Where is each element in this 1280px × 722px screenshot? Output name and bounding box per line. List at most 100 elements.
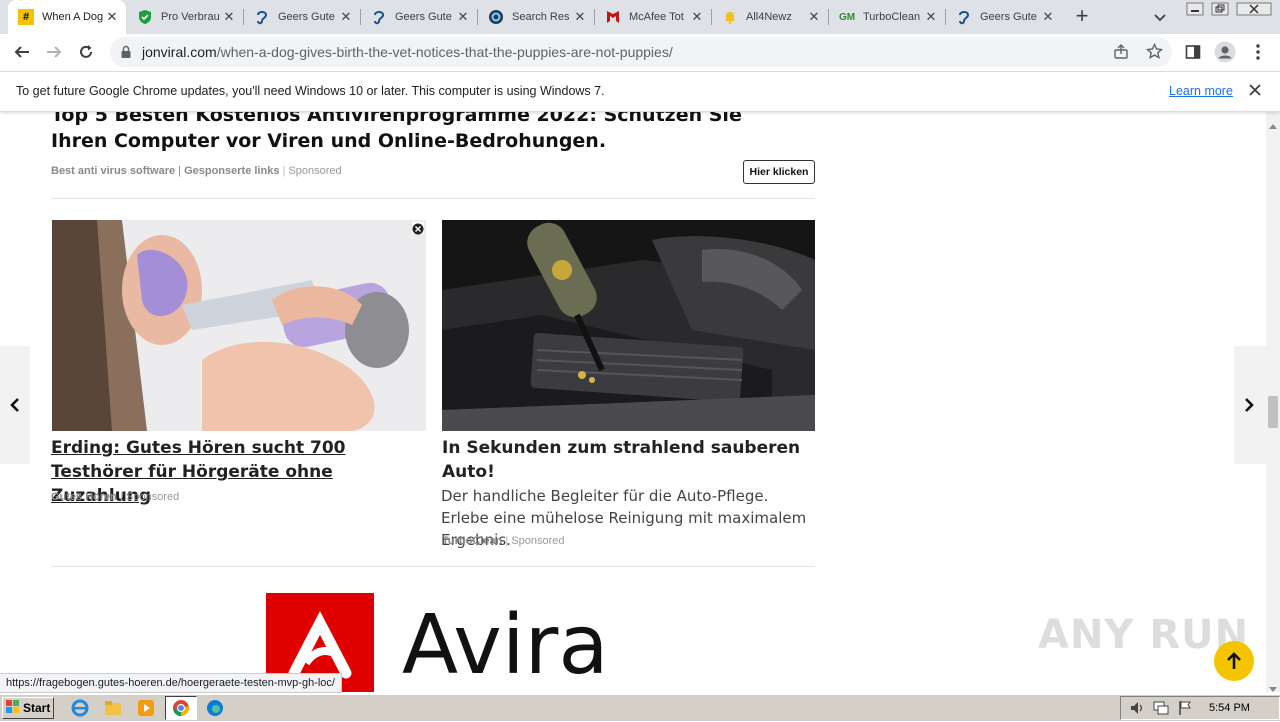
tab-title: Pro Verbrau bbox=[161, 11, 220, 23]
ear-icon bbox=[254, 9, 270, 25]
close-icon[interactable] bbox=[1248, 83, 1262, 102]
ad-source-2: Gesponserte links bbox=[184, 165, 280, 177]
chrome-taskbar-button[interactable] bbox=[165, 696, 197, 720]
status-bar-url: https://fragebogen.gutes-hoeren.de/hoerg… bbox=[0, 673, 342, 693]
tab-geers-3[interactable]: Geers Gute ✕ bbox=[946, 0, 1062, 34]
reload-button[interactable] bbox=[74, 40, 98, 64]
close-tab-icon[interactable]: ✕ bbox=[572, 9, 588, 25]
hearing-aid-ad-image[interactable] bbox=[52, 220, 426, 431]
divider bbox=[51, 566, 815, 567]
close-tab-icon[interactable]: ✕ bbox=[689, 9, 705, 25]
close-tab-icon[interactable]: ✕ bbox=[806, 9, 822, 25]
ad-close-icon[interactable] bbox=[412, 222, 424, 235]
browser-toolbar: jonviral.com/when-a-dog-gives-birth-the-… bbox=[0, 34, 1280, 72]
ear-icon bbox=[956, 9, 972, 25]
share-icon[interactable] bbox=[1113, 44, 1129, 65]
tab-geers-2[interactable]: Geers Gute ✕ bbox=[361, 0, 478, 34]
close-tab-icon[interactable]: ✕ bbox=[455, 9, 471, 25]
forward-button[interactable] bbox=[42, 40, 66, 64]
tab-title: When A Dog bbox=[42, 11, 104, 23]
url-text[interactable]: jonviral.com/when-a-dog-gives-birth-the-… bbox=[142, 44, 673, 60]
sponsored-label: Sponsored bbox=[288, 165, 342, 177]
sponsored-label: Sponsored bbox=[126, 491, 180, 503]
restore-button[interactable] bbox=[1211, 2, 1229, 16]
tab-title: TurboClean bbox=[863, 11, 921, 23]
page-content: Top 5 Besten Kostenlos Antivirenprogramm… bbox=[0, 112, 1266, 692]
address-bar[interactable]: jonviral.com/when-a-dog-gives-birth-the-… bbox=[110, 37, 1172, 67]
shield-check-icon bbox=[137, 9, 153, 25]
tab-title: McAfee Tot bbox=[629, 11, 684, 23]
start-button[interactable]: Start bbox=[2, 697, 54, 719]
windows-taskbar: Start 5:54 PM bbox=[0, 694, 1280, 721]
hier-klicken-button[interactable]: Hier klicken bbox=[743, 160, 815, 184]
tab-title: Geers Gute bbox=[395, 11, 452, 23]
ad-source-1: Best anti virus software bbox=[51, 165, 176, 177]
scroll-to-top-button[interactable] bbox=[1214, 641, 1254, 681]
start-label: Start bbox=[23, 701, 51, 715]
tab-when-a-dog[interactable]: # When A Dog ✕ bbox=[8, 0, 126, 34]
mcafee-icon bbox=[605, 9, 621, 25]
url-domain: jonviral.com bbox=[142, 44, 217, 60]
tab-mcafee[interactable]: McAfee Tot ✕ bbox=[595, 0, 712, 34]
ie-icon[interactable] bbox=[71, 699, 89, 722]
tab-title: Geers Gute bbox=[980, 11, 1037, 23]
clock: 5:54 PM bbox=[1209, 702, 1250, 714]
windows-logo-icon bbox=[6, 699, 20, 717]
system-tray: 5:54 PM bbox=[1120, 696, 1280, 720]
new-tab-button[interactable]: + bbox=[1070, 5, 1094, 29]
ad-source-line: Best anti virus software | Gesponserte l… bbox=[51, 165, 342, 177]
close-tab-icon[interactable]: ✕ bbox=[1040, 9, 1056, 25]
divider bbox=[51, 198, 815, 199]
car-cleaning-ad-image[interactable] bbox=[442, 220, 815, 431]
tab-turboclean[interactable]: GM TurboClean ✕ bbox=[829, 0, 946, 34]
side-panel-icon[interactable] bbox=[1181, 40, 1205, 64]
tab-title: Geers Gute bbox=[278, 11, 335, 23]
tab-title: All4Newz bbox=[746, 11, 792, 23]
card2-source-line: TurboClean | Sponsored bbox=[442, 535, 565, 547]
scroll-thumb[interactable] bbox=[1268, 396, 1278, 428]
tab-search-chevron-icon[interactable] bbox=[1151, 8, 1169, 26]
url-path: /when-a-dog-gives-birth-the-vet-notices-… bbox=[216, 44, 673, 60]
profile-avatar-icon[interactable] bbox=[1213, 40, 1237, 64]
media-player-icon[interactable] bbox=[137, 699, 155, 722]
card1-source-line: Gutes Hören | Sponsored bbox=[51, 491, 180, 503]
gm-icon: GM bbox=[838, 11, 856, 23]
card2-source: TurboClean bbox=[442, 535, 503, 547]
menu-kebab-icon[interactable] bbox=[1246, 40, 1270, 64]
close-window-button[interactable] bbox=[1236, 2, 1272, 16]
explorer-folder-icon[interactable] bbox=[104, 699, 122, 722]
minimize-button[interactable] bbox=[1186, 2, 1204, 16]
network-icon[interactable] bbox=[1153, 700, 1169, 721]
card1-source: Gutes Hören bbox=[51, 491, 118, 503]
tab-strip: # When A Dog ✕ Pro Verbrau ✕ Geers Gute … bbox=[0, 0, 1280, 34]
bookmark-star-icon[interactable] bbox=[1145, 42, 1164, 65]
close-tab-icon[interactable]: ✕ bbox=[923, 9, 939, 25]
ad-headline[interactable]: Top 5 Besten Kostenlos Antivirenprogramm… bbox=[51, 112, 791, 154]
close-tab-icon[interactable]: ✕ bbox=[221, 9, 237, 25]
volume-icon[interactable] bbox=[1129, 700, 1145, 721]
tab-search-results[interactable]: Search Res ✕ bbox=[478, 0, 595, 34]
infobar-message: To get future Google Chrome updates, you… bbox=[16, 84, 605, 98]
tab-all4newz[interactable]: All4Newz ✕ bbox=[712, 0, 829, 34]
hash-icon: # bbox=[18, 9, 34, 25]
search-engine-icon bbox=[488, 9, 504, 25]
close-tab-icon[interactable]: ✕ bbox=[104, 9, 120, 25]
back-button[interactable] bbox=[10, 40, 34, 64]
slider-next-button[interactable] bbox=[1234, 346, 1266, 464]
avira-logo-text[interactable]: Avira bbox=[402, 598, 609, 692]
bell-icon bbox=[722, 9, 738, 25]
tab-pro-verbraucher[interactable]: Pro Verbrau ✕ bbox=[127, 0, 244, 34]
slider-prev-button[interactable] bbox=[0, 346, 30, 464]
edge-icon[interactable] bbox=[206, 699, 224, 722]
scroll-up-arrow-icon[interactable] bbox=[1269, 116, 1277, 134]
lock-icon[interactable] bbox=[120, 45, 132, 64]
ear-icon bbox=[371, 9, 387, 25]
learn-more-link[interactable]: Learn more bbox=[1169, 84, 1233, 98]
vertical-scrollbar[interactable] bbox=[1266, 112, 1280, 692]
tab-geers-1[interactable]: Geers Gute ✕ bbox=[244, 0, 361, 34]
update-infobar: To get future Google Chrome updates, you… bbox=[0, 72, 1280, 112]
card2-title[interactable]: In Sekunden zum strahlend sauberen Auto! bbox=[442, 436, 814, 484]
action-center-flag-icon[interactable] bbox=[1177, 700, 1193, 721]
close-tab-icon[interactable]: ✕ bbox=[338, 9, 354, 25]
tab-title: Search Res bbox=[512, 11, 570, 23]
